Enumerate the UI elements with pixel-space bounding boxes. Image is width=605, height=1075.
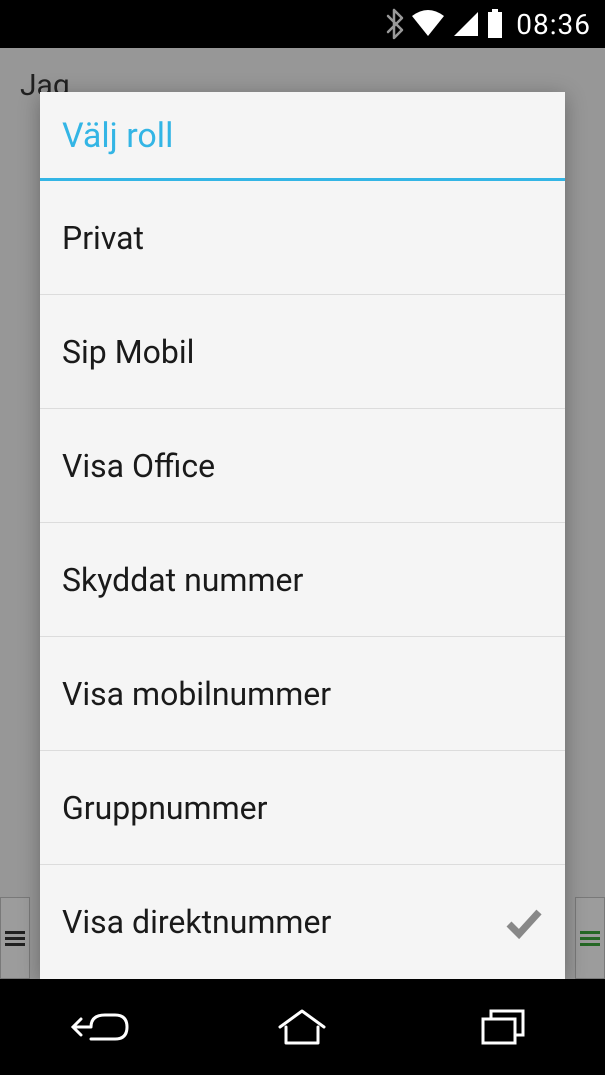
dialog-option-privat[interactable]: Privat <box>40 181 565 295</box>
dialog-option-visa-direktnummer[interactable]: Visa direktnummer <box>40 865 565 979</box>
back-button[interactable] <box>56 997 146 1057</box>
option-label: Skyddat nummer <box>62 561 303 599</box>
option-label: Visa mobilnummer <box>62 675 331 713</box>
option-label: Privat <box>62 219 144 257</box>
home-icon <box>274 1007 330 1047</box>
dialog-option-gruppnummer[interactable]: Gruppnummer <box>40 751 565 865</box>
dialog-option-list: Privat Sip Mobil Visa Office Skyddat num… <box>40 181 565 979</box>
status-clock: 08:36 <box>516 8 591 41</box>
checkmark-icon <box>503 902 543 942</box>
recent-apps-button[interactable] <box>459 997 549 1057</box>
cellular-signal-icon <box>452 10 480 38</box>
dialog-option-visa-office[interactable]: Visa Office <box>40 409 565 523</box>
dialog-title: Välj roll <box>40 92 565 181</box>
dialog-option-visa-mobilnummer[interactable]: Visa mobilnummer <box>40 637 565 751</box>
option-label: Gruppnummer <box>62 789 267 827</box>
option-label: Visa direktnummer <box>62 903 331 941</box>
back-icon <box>71 1007 131 1047</box>
dialog-option-skyddat-nummer[interactable]: Skyddat nummer <box>40 523 565 637</box>
dialog-option-sip-mobil[interactable]: Sip Mobil <box>40 295 565 409</box>
status-bar: 08:36 <box>0 0 605 48</box>
home-button[interactable] <box>257 997 347 1057</box>
battery-icon <box>486 9 504 39</box>
wifi-icon <box>410 10 446 38</box>
role-dialog: Välj roll Privat Sip Mobil Visa Office S… <box>40 92 565 979</box>
option-label: Sip Mobil <box>62 333 194 371</box>
recent-apps-icon <box>479 1007 529 1047</box>
option-label: Visa Office <box>62 447 215 485</box>
navigation-bar <box>0 979 605 1075</box>
bluetooth-icon <box>384 8 404 40</box>
